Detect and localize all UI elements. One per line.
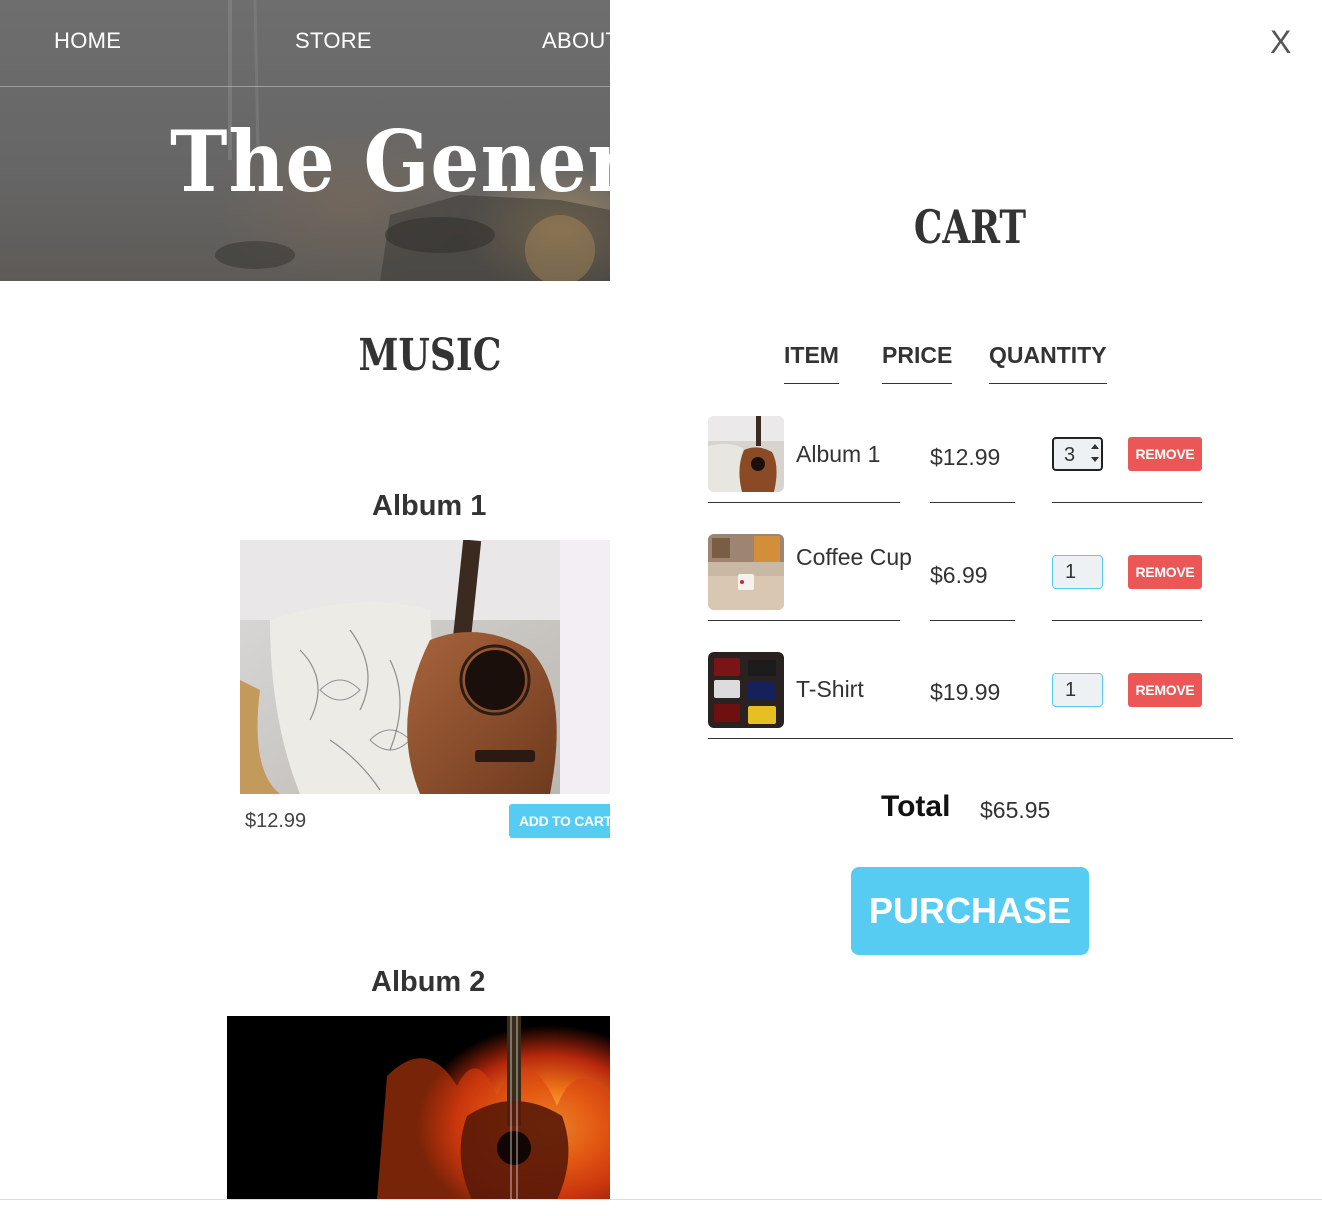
row-divider	[1052, 502, 1202, 503]
bottom-divider	[0, 1199, 1322, 1200]
music-section-title: MUSIC	[358, 330, 502, 381]
cart-item-price: $12.99	[930, 444, 1001, 470]
tshirt-thumb-icon	[708, 652, 784, 728]
top-nav: HOME STORE ABOUT	[0, 0, 610, 87]
add-to-cart-button[interactable]: ADD TO CART	[509, 804, 610, 838]
column-header-price: PRICE	[882, 342, 953, 384]
fire-guitar-image	[227, 1016, 610, 1200]
remove-button[interactable]: REMOVE	[1128, 437, 1202, 471]
column-header-quantity: QUANTITY	[989, 342, 1107, 384]
quantity-input[interactable]: 1	[1052, 555, 1103, 589]
purchase-button[interactable]: PURCHASE	[851, 867, 1089, 955]
guitar-thumb-icon	[708, 416, 784, 492]
column-header-item: ITEM	[784, 342, 839, 384]
cart-panel: X CART ITEM PRICE QUANTITY Album 1 $12.9…	[610, 0, 1322, 1216]
close-cart-button[interactable]: X	[1270, 24, 1291, 61]
row-divider	[930, 502, 1015, 503]
album-2-title: Album 2	[371, 966, 486, 998]
nav-about-link[interactable]: ABOUT	[542, 28, 610, 54]
cart-item-thumbnail	[708, 534, 784, 610]
cart-item-thumbnail	[708, 652, 784, 728]
cart-item-price: $6.99	[930, 562, 988, 588]
album-1-title: Album 1	[372, 490, 487, 522]
row-divider	[708, 502, 900, 503]
total-label: Total	[881, 790, 951, 823]
remove-button[interactable]: REMOVE	[1128, 555, 1202, 589]
nav-home-link[interactable]: HOME	[54, 28, 121, 54]
cart-title: CART	[913, 200, 1027, 254]
cart-item-name: Coffee Cup	[796, 544, 912, 570]
band-title: The Generics	[170, 112, 610, 211]
hero-banner: HOME STORE ABOUT The Generics	[0, 0, 610, 281]
store-page: HOME STORE ABOUT The Generics MUSIC Albu…	[0, 0, 610, 1216]
cart-item-name: T-Shirt	[796, 676, 864, 702]
quantity-spinner-icon[interactable]	[1090, 441, 1100, 465]
row-divider	[930, 620, 1015, 621]
cart-items-divider	[708, 738, 1233, 739]
album-1-image[interactable]	[240, 540, 610, 794]
remove-button[interactable]: REMOVE	[1128, 673, 1202, 707]
nav-store-link[interactable]: STORE	[295, 28, 372, 54]
row-divider	[708, 620, 900, 621]
row-divider	[1052, 620, 1202, 621]
album-2-image[interactable]	[227, 1016, 610, 1200]
coffee-cup-thumb-icon	[708, 534, 784, 610]
quantity-input[interactable]: 1	[1052, 673, 1103, 707]
guitar-image	[240, 540, 610, 794]
total-value: $65.95	[980, 797, 1051, 823]
cart-item-price: $19.99	[930, 679, 1001, 705]
album-1-price: $12.99	[245, 810, 307, 832]
cart-item-name: Album 1	[796, 441, 881, 467]
cart-item-thumbnail	[708, 416, 784, 492]
